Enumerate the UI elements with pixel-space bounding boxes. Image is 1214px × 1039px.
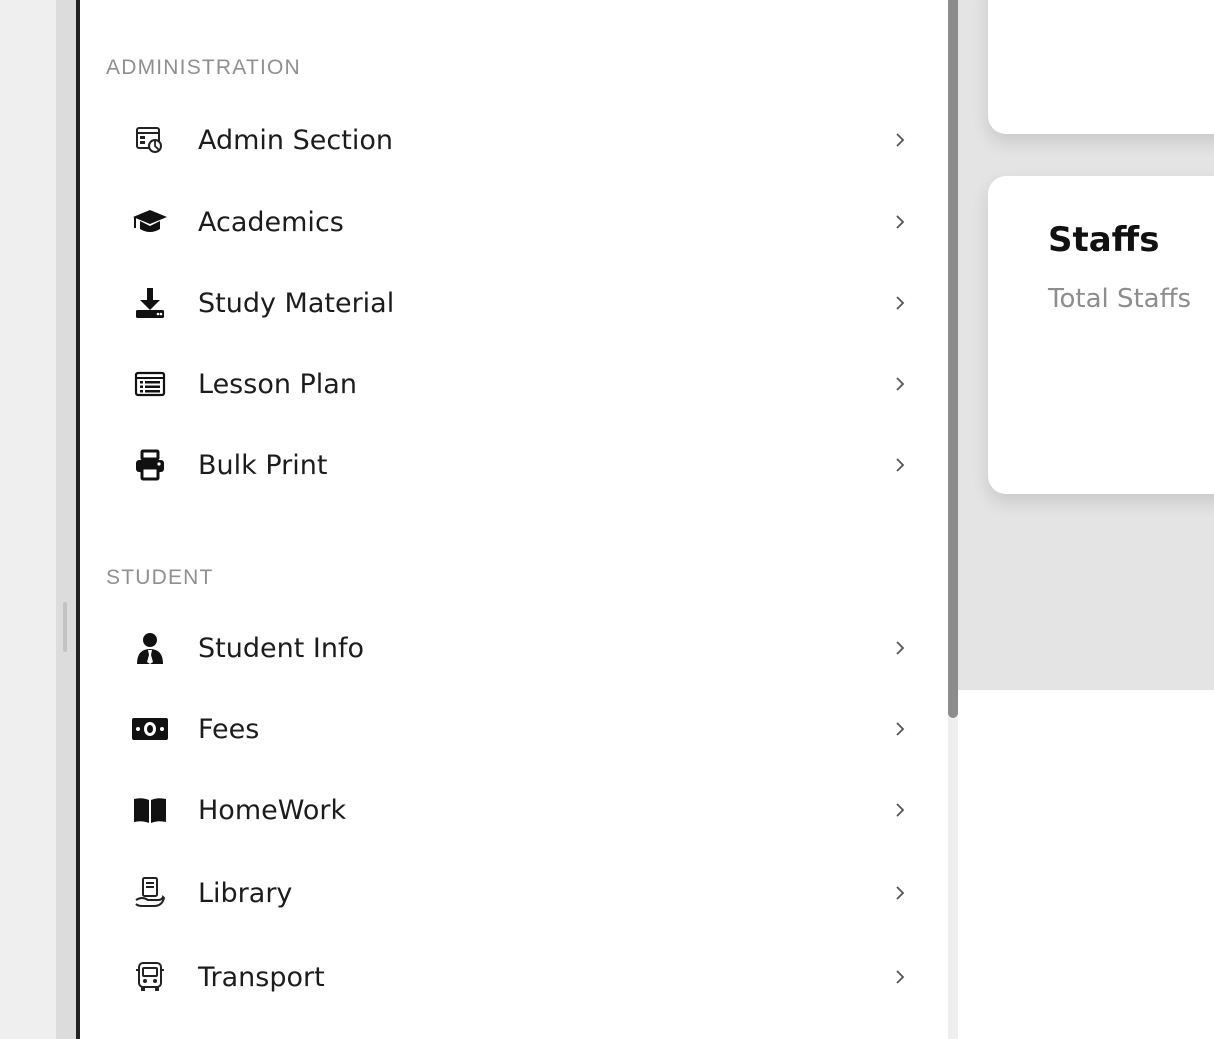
list-icon xyxy=(130,366,170,402)
menu-item-fees[interactable]: Fees xyxy=(80,697,948,761)
device-side-button xyxy=(63,602,67,652)
chevron-right-icon xyxy=(896,803,905,817)
menu-item-admin-section[interactable]: Admin Section xyxy=(80,108,948,172)
download-icon xyxy=(130,285,170,321)
menu-item-label: Library xyxy=(198,878,293,909)
user-icon xyxy=(130,630,170,666)
menu-item-academics[interactable]: Academics xyxy=(80,190,948,254)
graduation-cap-icon xyxy=(130,204,170,240)
menu-item-bulk-print[interactable]: Bulk Print xyxy=(80,433,948,497)
menu-item-label: Student Info xyxy=(198,633,364,664)
menu-item-study-material[interactable]: Study Material xyxy=(80,271,948,335)
menu-item-label: HomeWork xyxy=(198,795,347,826)
staffs-card[interactable]: Staffs Total Staffs xyxy=(988,176,1214,494)
chevron-right-icon xyxy=(896,641,905,655)
staffs-card-title: Staffs xyxy=(1048,220,1160,260)
section-title-administration: ADMINISTRATION xyxy=(106,56,301,79)
chevron-right-icon xyxy=(896,296,905,310)
chevron-right-icon xyxy=(896,377,905,391)
menu-item-label: Admin Section xyxy=(198,125,393,156)
device-bezel xyxy=(56,0,78,1039)
book-icon xyxy=(130,792,170,828)
money-icon xyxy=(130,711,170,747)
admin-dashboard-icon xyxy=(130,122,170,158)
menu-item-lesson-plan[interactable]: Lesson Plan xyxy=(80,352,948,416)
staffs-card-subtitle: Total Staffs xyxy=(1048,284,1192,314)
chevron-right-icon xyxy=(896,970,905,984)
menu-item-label: Transport xyxy=(198,962,325,993)
menu-item-library[interactable]: Library xyxy=(80,861,948,925)
library-icon xyxy=(130,875,170,911)
menu-item-label: Study Material xyxy=(198,288,395,319)
menu-item-label: Academics xyxy=(198,207,344,238)
scrollbar-thumb[interactable] xyxy=(948,0,958,718)
chevron-right-icon xyxy=(896,133,905,147)
chevron-right-icon xyxy=(896,722,905,736)
app-screen: Staffs Total Staffs ADMINISTRATION Admin… xyxy=(0,0,1214,1039)
menu-item-label: Bulk Print xyxy=(198,450,328,481)
chevron-right-icon xyxy=(896,215,905,229)
section-title-student: STUDENT xyxy=(106,566,214,589)
menu-item-label: Fees xyxy=(198,714,260,745)
menu-item-transport[interactable]: Transport xyxy=(80,945,948,1009)
summary-card[interactable] xyxy=(988,0,1214,134)
navigation-drawer: ADMINISTRATION Admin Section Academics S… xyxy=(80,0,948,1039)
chevron-right-icon xyxy=(896,886,905,900)
menu-item-label: Lesson Plan xyxy=(198,369,357,400)
menu-item-student-info[interactable]: Student Info xyxy=(80,616,948,680)
content-lower-panel xyxy=(958,690,1214,1039)
chevron-right-icon xyxy=(896,458,905,472)
bus-icon xyxy=(130,959,170,995)
menu-item-homework[interactable]: HomeWork xyxy=(80,778,948,842)
printer-icon xyxy=(130,447,170,483)
